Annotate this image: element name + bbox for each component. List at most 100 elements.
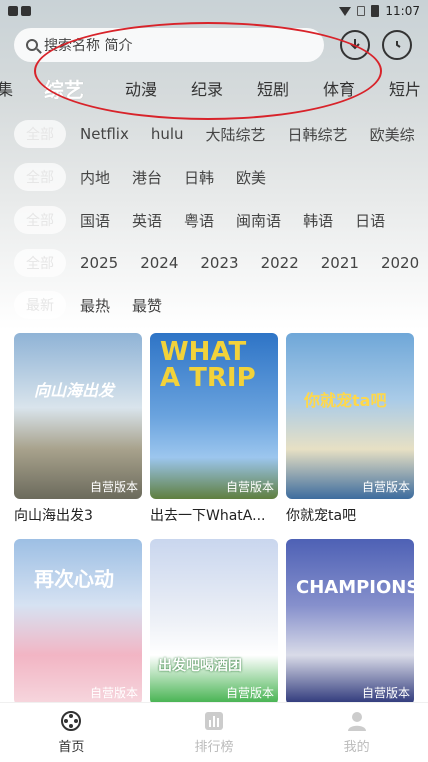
- filter-option[interactable]: 2020: [381, 254, 419, 272]
- filter-option[interactable]: 欧美: [236, 167, 266, 188]
- sim-icon: [357, 6, 366, 16]
- filter-option[interactable]: 英语: [132, 210, 162, 231]
- filter-option[interactable]: 日韩综艺: [288, 124, 348, 145]
- filter-row-region: 全部 内地 港台 日韩 欧美: [14, 163, 288, 191]
- filter-all[interactable]: 全部: [14, 120, 66, 148]
- filter-option[interactable]: 日韩: [184, 167, 214, 188]
- filter-row-sort: 最新 最热 最赞: [14, 291, 184, 319]
- source-badge: 自营版本: [361, 686, 410, 700]
- card-title: 出去一下WhatA...: [150, 508, 266, 524]
- poster-title-art: 你就宠ta吧: [304, 391, 387, 410]
- profile-icon: [347, 712, 366, 731]
- poster-art: [14, 539, 142, 705]
- sort-option[interactable]: 最热: [80, 295, 110, 316]
- search-icon: [26, 39, 38, 51]
- filter-option[interactable]: 日语: [355, 210, 385, 231]
- poster: 向山海出发 自营版本: [14, 333, 142, 499]
- filter-option[interactable]: 2023: [200, 254, 238, 272]
- sort-option[interactable]: 最赞: [132, 295, 162, 316]
- poster-title-art: WHAT A TRIP: [160, 337, 256, 393]
- filter-option[interactable]: 2021: [321, 254, 359, 272]
- content-card[interactable]: 你就宠ta吧 自营版本 你就宠ta吧: [286, 333, 414, 525]
- filter-option[interactable]: 韩语: [303, 210, 333, 231]
- filter-option[interactable]: 粤语: [184, 210, 214, 231]
- status-bar: 11:07: [0, 0, 428, 22]
- category-tabs: 集 综艺 动漫 纪录 短剧 体育 短片: [0, 72, 428, 104]
- tab-drama[interactable]: 集: [0, 76, 20, 100]
- filter-all[interactable]: 全部: [14, 249, 66, 277]
- filter-option[interactable]: 港台: [132, 167, 162, 188]
- tab-variety[interactable]: 综艺: [20, 74, 108, 103]
- content-card[interactable]: 出发吧喝酒团 自营版本: [150, 539, 278, 705]
- filter-option[interactable]: 2025: [80, 254, 118, 272]
- poster-art: [150, 539, 278, 705]
- bottom-nav: 首页 排行榜 我的: [0, 702, 428, 762]
- wifi-icon: [339, 6, 352, 16]
- tab-sports[interactable]: 体育: [306, 76, 372, 100]
- filter-option[interactable]: 欧美综: [370, 124, 415, 145]
- source-badge: 自营版本: [225, 686, 274, 700]
- filter-option[interactable]: 2024: [140, 254, 178, 272]
- poster-title-art: 向山海出发: [34, 381, 115, 400]
- filter-option[interactable]: 国语: [80, 210, 110, 231]
- poster: WHAT A TRIP 自营版本: [150, 333, 278, 499]
- card-title: 向山海出发3: [14, 508, 93, 524]
- status-time: 11:07: [385, 4, 420, 18]
- card-title: 你就宠ta吧: [286, 508, 357, 524]
- filter-option[interactable]: 内地: [80, 167, 110, 188]
- status-notification-icons: [8, 6, 31, 16]
- poster-art: [14, 333, 142, 499]
- poster: CHAMPIONS 自营版本: [286, 539, 414, 705]
- content-card[interactable]: 向山海出发 自营版本 向山海出发3: [14, 333, 142, 525]
- nav-label: 我的: [343, 740, 370, 755]
- nav-home[interactable]: 首页: [26, 710, 116, 755]
- poster-art: [286, 333, 414, 499]
- content-card[interactable]: 再次心动 自营版本: [14, 539, 142, 705]
- nav-ranking[interactable]: 排行榜: [169, 710, 259, 755]
- tab-short-drama[interactable]: 短剧: [240, 76, 306, 100]
- filter-row-language: 全部 国语 英语 粤语 闽南语 韩语 日语: [14, 206, 407, 234]
- filter-option[interactable]: 大陆综艺: [206, 124, 266, 145]
- filter-option[interactable]: 2022: [261, 254, 299, 272]
- nav-profile[interactable]: 我的: [312, 710, 402, 755]
- poster-art: [286, 539, 414, 705]
- notification-icon: [21, 6, 31, 16]
- filter-option[interactable]: hulu: [151, 125, 184, 143]
- nav-label: 排行榜: [194, 740, 234, 755]
- source-badge: 自营版本: [225, 480, 274, 494]
- clock-icon: [396, 41, 401, 48]
- filter-row-year: 全部 2025 2024 2023 2022 2021 2020: [14, 249, 428, 277]
- notification-icon: [8, 6, 18, 16]
- source-badge: 自营版本: [89, 480, 138, 494]
- tab-short-film[interactable]: 短片: [372, 76, 428, 100]
- content-card[interactable]: CHAMPIONS 自营版本: [286, 539, 414, 705]
- filter-option[interactable]: Netflix: [80, 125, 129, 143]
- source-badge: 自营版本: [89, 686, 138, 700]
- battery-icon: [371, 5, 380, 17]
- poster-title-art: 再次心动: [34, 567, 114, 591]
- film-reel-icon: [61, 711, 82, 731]
- search-row: 搜索名称 简介: [14, 28, 414, 64]
- poster-title-art: 出发吧喝酒团: [158, 658, 242, 674]
- poster: 出发吧喝酒团 自营版本: [150, 539, 278, 705]
- tab-documentary[interactable]: 纪录: [174, 76, 240, 100]
- sort-latest[interactable]: 最新: [14, 291, 66, 319]
- filter-option[interactable]: 闽南语: [236, 210, 281, 231]
- search-input[interactable]: 搜索名称 简介: [14, 28, 324, 62]
- content-card[interactable]: WHAT A TRIP 自营版本 出去一下WhatA...: [150, 333, 278, 525]
- tab-anime[interactable]: 动漫: [108, 76, 174, 100]
- poster-title-art: CHAMPIONS: [296, 577, 414, 598]
- source-badge: 自营版本: [361, 480, 410, 494]
- search-placeholder: 搜索名称 简介: [44, 38, 133, 54]
- poster: 你就宠ta吧 自营版本: [286, 333, 414, 499]
- history-button[interactable]: [382, 30, 412, 60]
- filter-row-platform: 全部 Netflix hulu 大陆综艺 日韩综艺 欧美综: [14, 120, 428, 148]
- poster: 再次心动 自营版本: [14, 539, 142, 705]
- download-icon: [350, 39, 360, 50]
- nav-label: 首页: [58, 740, 85, 755]
- filter-all[interactable]: 全部: [14, 206, 66, 234]
- download-button[interactable]: [340, 30, 370, 60]
- filter-all[interactable]: 全部: [14, 163, 66, 191]
- chart-icon: [204, 712, 223, 730]
- status-indicators: 11:07: [339, 4, 420, 18]
